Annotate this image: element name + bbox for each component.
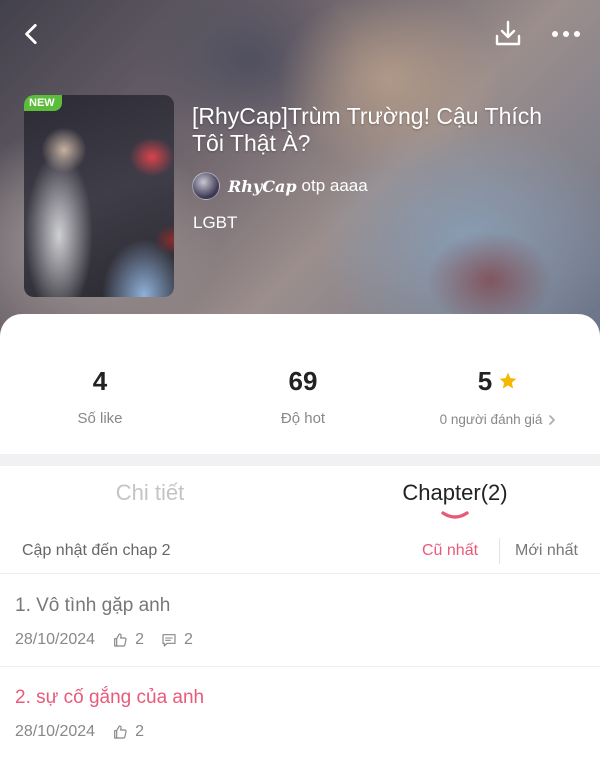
story-hero: NEW [RhyCap]Trùm Trường! Cậu Thích Tôi T… [0,0,600,340]
rating-value-row: 5 [398,364,598,398]
rating-value: 5 [477,365,493,396]
chapter-meta: 28/10/2024 2 2 [15,631,193,649]
chapter-title: 1. Vô tình gặp anh [15,595,171,616]
active-tab-indicator [441,511,469,519]
more-horizontal-icon [552,31,580,37]
more-options-button[interactable] [546,14,586,54]
chapter-likes: 2 [135,723,144,740]
tab-chapters[interactable]: Chapter(2) [305,480,600,506]
thumbs-up-icon [112,632,128,648]
download-icon [495,20,521,46]
star-icon [498,371,518,391]
section-divider [0,454,600,466]
author-signature: RhyCap [228,176,297,196]
new-badge: NEW [24,95,62,111]
story-cover-image: NEW [24,95,174,297]
sort-newest-button[interactable]: Mới nhất [515,542,578,560]
likes-label: Số like [77,410,123,427]
sort-divider [499,538,500,564]
hot-count: 69 [288,365,318,396]
back-button[interactable] [12,14,52,54]
chapter-meta: 28/10/2024 2 [15,723,144,741]
tab-details[interactable]: Chi tiết [0,480,300,506]
hot-label: Độ hot [280,410,326,427]
content-tabs: Chi tiết Chapter(2) [0,466,600,526]
chevron-right-icon [548,414,556,426]
thumbs-up-icon [112,724,128,740]
chapter-sort-bar: Cập nhật đến chap 2 Cũ nhất Mới nhất [0,528,600,574]
chapter-date: 28/10/2024 [15,631,96,648]
chapter-comments: 2 [183,631,193,648]
stats-card: 4 Số like 69 Độ hot 5 0 người đánh giá [0,314,600,454]
rating-count-label: 0 người đánh giá [439,412,543,427]
rating-label-row[interactable]: 0 người đánh giá [440,412,557,427]
author-avatar[interactable] [192,172,220,200]
author-name[interactable]: otp aaaa [302,176,368,196]
chapter-likes: 2 [135,631,144,648]
update-status: Cập nhật đến chap 2 [22,542,171,559]
chapter-date: 28/10/2024 [15,723,96,740]
author-row[interactable]: RhyCap otp aaaa [192,172,368,200]
chapter-title: 2. sự cố gắng của anh [15,687,205,708]
stat-rating[interactable]: 5 0 người đánh giá [398,364,598,429]
chevron-left-icon [25,23,37,45]
likes-count: 4 [92,365,108,396]
stat-hot: 69 Độ hot [203,364,403,428]
stat-likes: 4 Số like [0,364,200,428]
story-title: [RhyCap]Trùm Trường! Cậu Thích Tôi Thật … [192,103,543,156]
comment-icon [161,632,177,648]
chapter-list-item[interactable]: 2. sự cố gắng của anh 28/10/2024 2 [0,667,600,759]
chapter-list-item[interactable]: 1. Vô tình gặp anh 28/10/2024 2 2 [0,575,600,667]
genre-tag[interactable]: LGBT [193,213,237,233]
sort-oldest-button[interactable]: Cũ nhất [422,542,478,560]
download-button[interactable] [488,14,528,54]
